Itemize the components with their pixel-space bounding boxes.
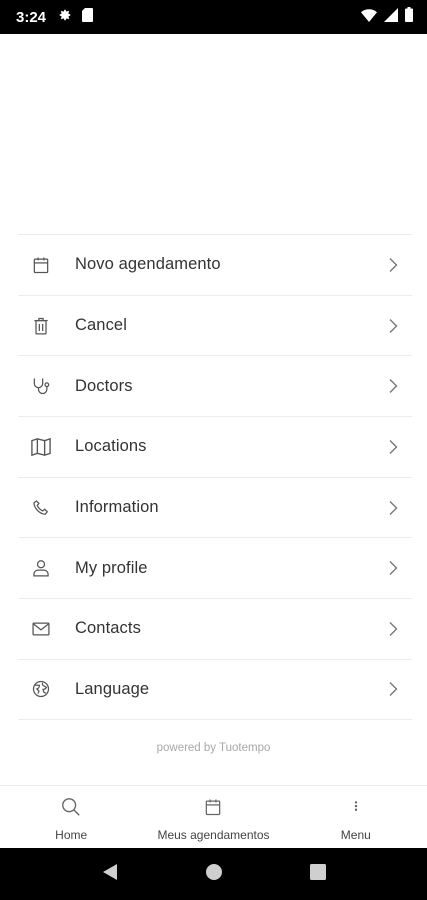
menu-item-label: Language (75, 679, 150, 698)
trash-icon (29, 314, 53, 338)
menu-item-contacts[interactable]: Contacts (18, 598, 412, 659)
sim-card-icon (82, 7, 94, 27)
chevron-right-icon (386, 621, 400, 637)
menu-item-label: Locations (75, 437, 147, 456)
home-icon[interactable] (205, 863, 223, 886)
calendar-icon (29, 253, 53, 277)
chevron-right-icon (386, 681, 400, 697)
envelope-icon (29, 617, 53, 641)
nav-label-menu: Menu (340, 828, 371, 842)
nav-label-home: Home (55, 828, 88, 842)
nav-item-meus-agendamentos[interactable]: Meus agendamentos (142, 786, 284, 848)
powered-by-text: powered by Tuotempo (156, 742, 271, 754)
chevron-right-icon (386, 318, 400, 334)
more-vertical-icon (345, 796, 367, 823)
chevron-right-icon (386, 439, 400, 455)
menu-item-cancel[interactable]: Cancel (18, 294, 412, 356)
android-nav-bar (0, 848, 427, 900)
language-icon (29, 677, 53, 701)
gear-icon (58, 8, 72, 27)
nav-item-home[interactable]: Home (0, 786, 142, 848)
chevron-right-icon (386, 560, 400, 576)
status-bar: 3:24 (0, 0, 427, 34)
signal-icon (384, 7, 398, 27)
nav-item-menu[interactable]: Menu (285, 786, 427, 848)
phone-icon (29, 496, 53, 520)
recents-icon[interactable] (309, 863, 327, 886)
chevron-right-icon (386, 500, 400, 516)
menu-item-doctors[interactable]: Doctors (18, 355, 412, 416)
menu-item-information[interactable]: Information (18, 476, 412, 538)
chevron-right-icon (386, 378, 400, 394)
menu-item-label: My profile (75, 558, 148, 577)
menu-item-novo-agendamento[interactable]: Novo agendamento (18, 234, 412, 295)
menu-item-label: Novo agendamento (75, 255, 221, 274)
search-icon (60, 796, 82, 823)
menu-item-label: Information (75, 498, 159, 517)
menu-list: Novo agendamento Cancel Doctors Location… (18, 234, 412, 720)
stethoscope-icon (29, 374, 53, 398)
back-icon[interactable] (101, 863, 119, 886)
chevron-right-icon (386, 257, 400, 273)
menu-item-label: Contacts (75, 619, 141, 638)
status-time: 3:24 (16, 8, 47, 26)
user-icon (29, 556, 53, 580)
menu-item-language[interactable]: Language (18, 658, 412, 720)
menu-item-locations[interactable]: Locations (18, 416, 412, 477)
calendar-icon (203, 796, 223, 823)
menu-item-label: Doctors (75, 376, 133, 395)
menu-item-label: Cancel (75, 316, 127, 335)
battery-icon (405, 7, 413, 27)
map-icon (29, 435, 53, 459)
wifi-icon (361, 8, 377, 27)
bottom-nav: Home Meus agendamentos Menu (0, 785, 427, 848)
menu-item-my-profile[interactable]: My profile (18, 537, 412, 598)
nav-label-meus-agendamentos: Meus agendamentos (157, 828, 270, 842)
